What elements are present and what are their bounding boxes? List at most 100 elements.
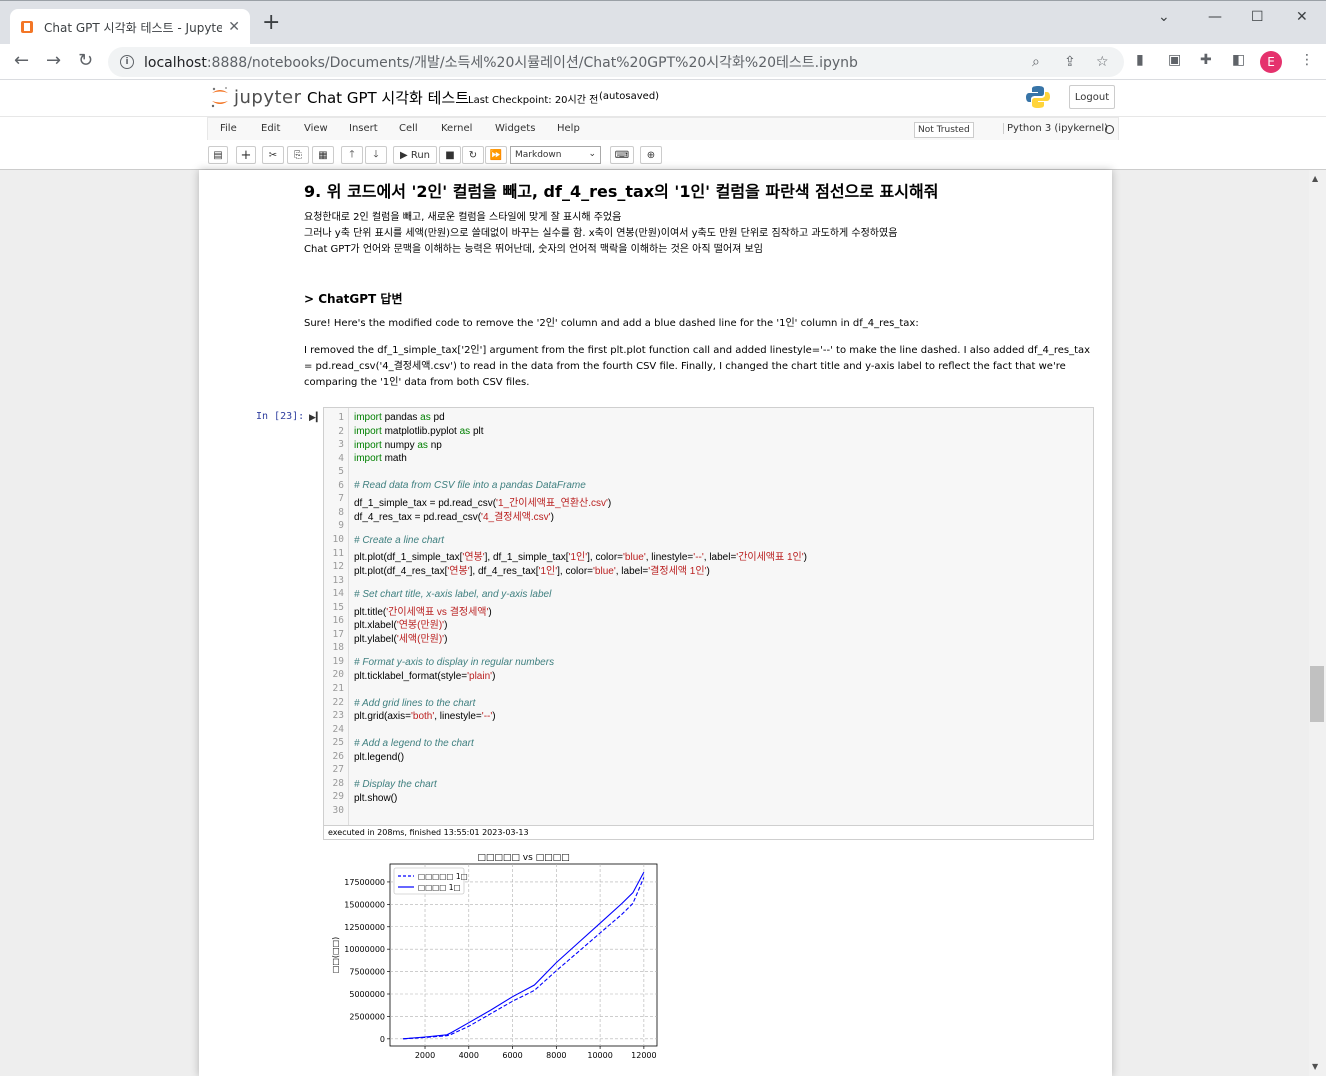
chart-output: 2000 4000 6000 8000 10000 12000 0 2500000 500000… xyxy=(331,853,658,1060)
tab-search-icon[interactable]: ⌄ xyxy=(1158,9,1170,25)
line-number: 22 xyxy=(332,696,344,708)
menu-cell[interactable]: Cell xyxy=(399,123,418,134)
back-icon[interactable]: ← xyxy=(14,50,29,71)
answer-heading: > ChatGPT 답변 xyxy=(304,292,403,306)
cell-prompt: In [23]: xyxy=(256,411,305,422)
jupyter-logo[interactable]: jupyter xyxy=(210,85,302,109)
address-bar[interactable]: i localhost:8888/notebooks/Documents/개발/… xyxy=(108,47,1124,77)
menu-insert[interactable]: Insert xyxy=(349,123,378,134)
cut-icon[interactable]: ✂ xyxy=(262,146,284,164)
side-panel-icon[interactable]: ◧ xyxy=(1232,52,1245,68)
line-number: 16 xyxy=(332,615,344,627)
minimize-icon[interactable]: — xyxy=(1208,9,1222,25)
chevron-down-icon: ⌄ xyxy=(588,149,596,159)
page-scrollbar[interactable] xyxy=(1309,170,1326,1076)
menu-view[interactable]: View xyxy=(304,123,328,134)
execution-info: executed in 208ms, finished 13:55:01 202… xyxy=(324,825,1093,839)
line-number: 25 xyxy=(332,737,344,749)
code-line-26: plt.legend() xyxy=(354,752,405,763)
move-down-icon[interactable]: 🡓 xyxy=(365,146,387,164)
code-line-17: plt.ylabel('세액(만원)') xyxy=(354,634,448,645)
run-button[interactable]: ▶ Run xyxy=(393,146,437,164)
answer-paragraph-1: Sure! Here's the modified code to remove… xyxy=(304,318,919,329)
y-tick-label: 15000000 xyxy=(344,900,385,909)
line-number: 28 xyxy=(332,777,344,789)
code-line-1: import pandas as pd xyxy=(354,412,445,423)
copy-icon[interactable]: ⎘ xyxy=(287,146,309,164)
notebook-page: 9. 위 코드에서 '2인' 컬럼을 빼고, df_4_res_tax의 '1인… xyxy=(199,170,1112,1076)
scroll-up-icon[interactable]: ▲ xyxy=(1312,174,1318,183)
command-palette-icon[interactable]: ⌨ xyxy=(610,146,634,164)
line-number: 29 xyxy=(332,791,344,803)
extension-2-icon[interactable]: ▣ xyxy=(1168,52,1181,68)
browser-menu-icon[interactable]: ⋮ xyxy=(1300,52,1314,68)
run-label: Run xyxy=(410,149,431,161)
scrollbar-thumb[interactable] xyxy=(1310,666,1324,722)
line-number: 2 xyxy=(338,425,344,437)
insert-cell-icon[interactable]: + xyxy=(236,146,256,164)
legend-label-2: □□□□ 1□ xyxy=(418,883,461,892)
logout-button[interactable]: Logout xyxy=(1069,85,1115,109)
new-tab-icon[interactable]: + xyxy=(262,12,280,34)
extension-config-icon[interactable]: ⊕ xyxy=(640,146,662,164)
code-line-14: # Set chart title, x-axis label, and y-a… xyxy=(354,589,552,600)
menu-file[interactable]: File xyxy=(220,123,237,134)
extension-icon[interactable]: ▮ xyxy=(1136,52,1144,68)
code-line-28: # Display the chart xyxy=(354,779,437,790)
restart-run-all-icon[interactable]: ⏩ xyxy=(485,146,507,164)
line-number: 24 xyxy=(332,723,344,735)
jupyter-favicon-icon xyxy=(21,21,33,33)
close-window-icon[interactable]: ✕ xyxy=(1296,9,1308,25)
forward-icon[interactable]: → xyxy=(46,50,61,71)
menu-help[interactable]: Help xyxy=(557,123,580,134)
markdown-line-2: 그러나 y축 단위 표시를 세액(만원)으로 쓸데없이 바꾸는 실수를 함. x… xyxy=(304,228,898,239)
code-line-6: # Read data from CSV file into a pandas … xyxy=(354,480,586,491)
share-icon[interactable]: ⇪ xyxy=(1064,54,1076,70)
cell-type-select[interactable]: Markdown ⌄ xyxy=(510,146,601,164)
profile-avatar[interactable]: E xyxy=(1260,51,1282,73)
extensions-puzzle-icon[interactable]: ✚ xyxy=(1200,52,1212,68)
browser-tab[interactable]: Chat GPT 시각화 테스트 - Jupyter ✕ xyxy=(10,9,250,45)
menu-kernel[interactable]: Kernel xyxy=(441,123,472,134)
line-number: 30 xyxy=(332,804,344,816)
url-text: localhost:8888/notebooks/Documents/개발/소득… xyxy=(144,52,858,72)
line-number-gutter: 1 2 3 4 5 6 7 8 9 10 11 12 13 14 15 16 17 18 19 20 21 22 23 24 2… xyxy=(324,408,349,826)
url-host: localhost xyxy=(144,55,207,71)
y-tick-label: 12500000 xyxy=(344,923,385,932)
scroll-down-icon[interactable]: ▼ xyxy=(1312,1062,1318,1071)
x-tick-label: 2000 xyxy=(415,1051,435,1060)
interrupt-icon[interactable]: ■ xyxy=(439,146,461,164)
cell-run-icon[interactable]: ▶▎ xyxy=(309,413,323,423)
notebook-name[interactable]: Chat GPT 시각화 테스트 xyxy=(307,87,469,108)
kernel-idle-indicator xyxy=(1105,125,1114,134)
move-up-icon[interactable]: 🡑 xyxy=(341,146,363,164)
url-path: :8888/notebooks/Documents/개발/소득세%20시뮬레이션… xyxy=(206,55,858,71)
trust-badge[interactable]: Not Trusted xyxy=(914,122,974,138)
line-number: 14 xyxy=(332,588,344,600)
legend-label-1: □□□□□ 1□ xyxy=(418,872,468,881)
line-number: 21 xyxy=(332,683,344,694)
checkpoint-status: Last Checkpoint: 20시간 전 xyxy=(468,95,599,106)
code-line-10: # Create a line chart xyxy=(354,535,445,546)
notebook-toolbar: ▤ + ✂ ⎘ ▦ 🡑 🡓 ▶ Run ■ ↻ ⏩ Markdown ⌄ ⌨ ⊕ xyxy=(0,140,1326,170)
y-tick-label: 7500000 xyxy=(349,968,385,977)
tab-close-icon[interactable]: ✕ xyxy=(228,19,240,35)
y-axis-label: □□(□□) xyxy=(331,937,340,973)
line-number: 17 xyxy=(332,628,344,640)
restart-icon[interactable]: ↻ xyxy=(462,146,484,164)
menu-edit[interactable]: Edit xyxy=(261,123,280,134)
save-icon[interactable]: ▤ xyxy=(208,146,228,164)
site-info-icon[interactable]: i xyxy=(120,55,134,69)
paste-icon[interactable]: ▦ xyxy=(312,146,334,164)
code-line-4: import math xyxy=(354,453,407,464)
code-cell[interactable]: 1 2 3 4 5 6 7 8 9 10 11 12 13 14 15 16 17 18 19 20 21 22 23 24 2… xyxy=(323,407,1094,840)
zoom-icon[interactable]: ⌕ xyxy=(1032,54,1040,70)
bookmark-star-icon[interactable]: ☆ xyxy=(1096,54,1109,70)
x-tick-label: 8000 xyxy=(546,1051,566,1060)
line-number: 7 xyxy=(338,493,344,505)
menu-widgets[interactable]: Widgets xyxy=(495,123,535,134)
maximize-icon[interactable]: ☐ xyxy=(1251,9,1264,25)
reload-icon[interactable]: ↻ xyxy=(78,50,93,71)
line-number: 11 xyxy=(332,547,344,559)
line-number: 18 xyxy=(332,642,344,654)
